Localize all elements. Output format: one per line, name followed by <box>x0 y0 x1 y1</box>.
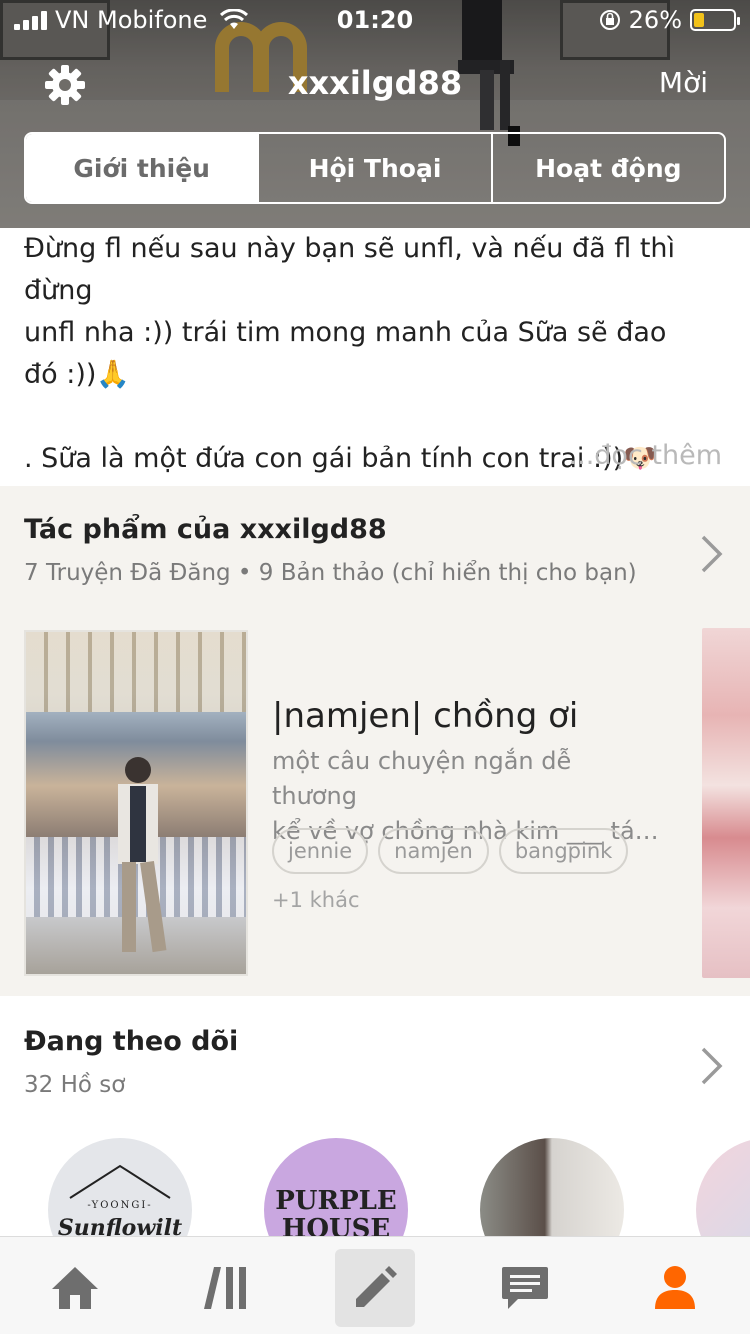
bio-line: Đừng fl nếu sau này bạn sẽ unfl, và nếu … <box>24 233 676 306</box>
following-avatar[interactable] <box>480 1138 624 1236</box>
following-avatar[interactable]: PURPLE HOUSE <box>264 1138 408 1236</box>
bio-line: unfl nha :)) trái tim mong manh của Sữa … <box>24 317 667 348</box>
status-bar: VN Mobifone 01:20 26% <box>0 0 750 40</box>
chevron-right-icon[interactable] <box>700 1046 724 1086</box>
following-title[interactable]: Đang theo dõi <box>24 1026 238 1057</box>
invite-button[interactable]: Mời <box>659 66 708 99</box>
tag-namjen[interactable]: namjen <box>378 828 489 874</box>
story-cover-next[interactable] <box>702 628 750 978</box>
following-avatar[interactable]: -YOONGI- Sunflowilt <box>48 1138 192 1236</box>
works-subtitle: 7 Truyện Đã Đăng • 9 Bản thảo (chỉ hiển … <box>24 560 637 586</box>
following-subtitle: 32 Hồ sơ <box>24 1072 126 1098</box>
bio-line: đó :))🙏 <box>24 359 131 390</box>
library-icon <box>204 1267 246 1309</box>
story-cover[interactable] <box>24 630 248 976</box>
works-title[interactable]: Tác phẩm của xxxilgd88 <box>24 514 387 545</box>
home-icon <box>52 1267 98 1309</box>
tag-bangpink[interactable]: bangpink <box>498 828 629 874</box>
cover-figure <box>118 757 167 953</box>
works-section: Tác phẩm của xxxilgd88 7 Truyện Đã Đăng … <box>0 486 750 996</box>
profile-header: VN Mobifone 01:20 26% xxxilgd88 Mời Giới… <box>0 0 750 228</box>
avatar-text: Sunflowilt <box>57 1214 183 1237</box>
profile-bio: Đừng fl nếu sau này bạn sẽ unfl, và nếu … <box>0 228 750 486</box>
battery-percent: 26% <box>628 6 682 34</box>
tab-activity[interactable]: Hoạt động <box>493 134 724 202</box>
story-tags: jennie namjen bangpink <box>272 828 629 874</box>
following-section: Đang theo dõi 32 Hồ sơ -YOONGI- Sunflowi… <box>0 996 750 1236</box>
profile-tabs: Giới thiệu Hội Thoại Hoạt động <box>24 132 726 204</box>
nav-profile[interactable] <box>635 1249 715 1327</box>
profile-icon <box>655 1266 695 1309</box>
more-tags-link[interactable]: +1 khác <box>272 888 360 912</box>
tag-jennie[interactable]: jennie <box>272 828 369 874</box>
nav-library[interactable] <box>186 1249 266 1327</box>
status-right: 26% <box>599 6 740 34</box>
tab-about[interactable]: Giới thiệu <box>26 134 260 202</box>
pencil-icon <box>356 1266 397 1307</box>
following-avatar[interactable] <box>696 1138 750 1236</box>
house-outline-icon <box>69 1164 171 1199</box>
story-description-line: một câu chuyện ngắn dễ thương <box>272 747 572 810</box>
tab-conversations[interactable]: Hội Thoại <box>259 134 493 202</box>
nav-write[interactable] <box>335 1249 415 1327</box>
story-title[interactable]: |namjen| chồng ơi <box>272 696 578 736</box>
read-more-link[interactable]: ...đọc thêm <box>569 440 722 471</box>
avatar-text: HOUSE <box>281 1214 391 1236</box>
avatar-caption: -YOONGI- <box>87 1199 153 1211</box>
message-icon <box>502 1267 548 1309</box>
nav-messages[interactable] <box>485 1249 565 1327</box>
avatar-text: PURPLE <box>275 1186 397 1216</box>
chevron-right-icon[interactable] <box>700 534 724 574</box>
battery-icon <box>690 9 740 31</box>
profile-nav-row: xxxilgd88 Mời <box>0 56 750 116</box>
profile-username: xxxilgd88 <box>287 64 463 102</box>
nav-home[interactable] <box>35 1249 115 1327</box>
bottom-navigation <box>0 1236 750 1334</box>
rotation-lock-icon <box>599 10 620 30</box>
